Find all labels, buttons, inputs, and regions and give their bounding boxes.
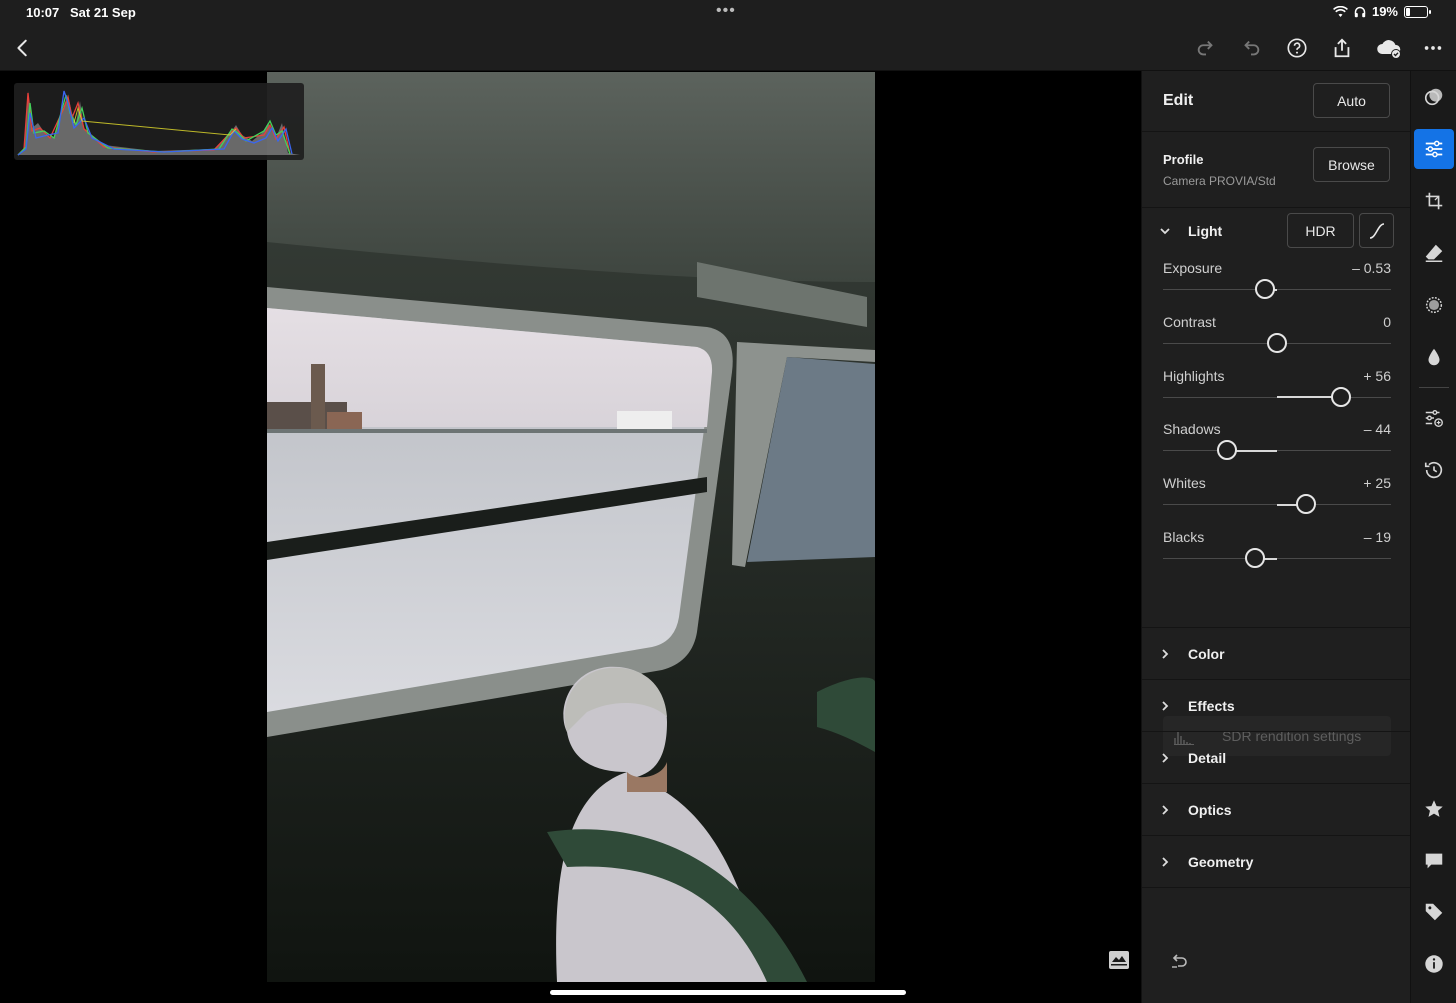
- redo-icon[interactable]: [1192, 34, 1220, 62]
- multitasking-dots-icon[interactable]: •••: [716, 2, 736, 20]
- healing-eraser-icon[interactable]: [1414, 233, 1454, 273]
- contrast-label: Contrast: [1163, 313, 1216, 330]
- hdr-button[interactable]: HDR: [1287, 213, 1354, 248]
- contrast-value[interactable]: 0: [1383, 314, 1391, 330]
- profile-value: Camera PROVIA/Std: [1163, 174, 1276, 188]
- chevron-right-icon: [1162, 805, 1169, 815]
- optics-section[interactable]: Optics: [1142, 784, 1411, 836]
- top-toolbar: [0, 24, 1456, 71]
- tone-curve-button[interactable]: [1359, 213, 1394, 248]
- comment-icon[interactable]: [1414, 841, 1454, 881]
- whites-slider-thumb[interactable]: [1295, 494, 1316, 515]
- color-section-label: Color: [1188, 646, 1225, 662]
- wifi-icon: [1333, 5, 1348, 17]
- cloud-synced-icon[interactable]: [1373, 34, 1405, 62]
- chevron-right-icon: [1162, 857, 1169, 867]
- edit-panel: Edit Auto Profile Camera PROVIA/Std Brow…: [1141, 71, 1411, 1003]
- status-right: 19%: [1333, 4, 1431, 19]
- profile-label: Profile: [1163, 152, 1204, 167]
- chevron-right-icon: [1162, 753, 1169, 763]
- battery-fill: [1406, 7, 1410, 16]
- history-icon[interactable]: [1414, 450, 1454, 490]
- effects-section[interactable]: Effects: [1142, 680, 1411, 732]
- tag-icon[interactable]: [1414, 892, 1454, 932]
- geometry-section-label: Geometry: [1188, 854, 1254, 870]
- more-icon[interactable]: [1419, 34, 1447, 62]
- browse-button[interactable]: Browse: [1313, 147, 1390, 182]
- exposure-slider-thumb[interactable]: [1254, 279, 1275, 299]
- versions-sliders-icon[interactable]: [1414, 398, 1454, 438]
- battery-icon: [1404, 5, 1431, 18]
- status-bar: 10:07 Sat 21 Sep ••• 19%: [0, 0, 1456, 24]
- battery-percent: 19%: [1371, 4, 1398, 19]
- whites-value[interactable]: + 25: [1363, 475, 1391, 491]
- reset-icon[interactable]: [1169, 950, 1189, 970]
- chevron-right-icon: [1162, 649, 1169, 659]
- whites-label: Whites: [1163, 475, 1206, 492]
- highlights-slider-thumb[interactable]: [1330, 386, 1351, 407]
- detail-section-label: Detail: [1188, 750, 1227, 766]
- photo: [267, 72, 875, 982]
- effects-section-label: Effects: [1188, 698, 1235, 714]
- share-icon[interactable]: [1328, 34, 1356, 62]
- status-time: 10:07: [26, 5, 60, 20]
- optics-section-label: Optics: [1188, 802, 1232, 818]
- home-indicator[interactable]: [550, 990, 906, 995]
- edit-title: Edit: [1163, 92, 1194, 109]
- blacks-value[interactable]: – 19: [1364, 529, 1391, 545]
- info-icon[interactable]: [1414, 944, 1454, 984]
- shadows-slider-thumb[interactable]: [1216, 440, 1237, 461]
- blur-drop-icon[interactable]: [1414, 337, 1454, 377]
- auto-button[interactable]: Auto: [1313, 83, 1390, 118]
- undo-icon[interactable]: [1237, 34, 1265, 62]
- profile-row[interactable]: Profile Camera PROVIA/Std Browse: [1142, 132, 1411, 208]
- rail-separator: [1419, 387, 1449, 388]
- blacks-label: Blacks: [1163, 529, 1205, 545]
- geometry-section[interactable]: Geometry: [1142, 836, 1411, 888]
- histogram[interactable]: [14, 83, 304, 160]
- contrast-slider-thumb[interactable]: [1267, 332, 1287, 353]
- tool-rail: [1410, 71, 1456, 1003]
- tone-curve-icon: [1369, 222, 1384, 239]
- presets-icon[interactable]: [1414, 77, 1454, 117]
- highlights-value[interactable]: + 56: [1363, 368, 1391, 384]
- before-after-icon[interactable]: [1108, 950, 1130, 970]
- help-circle-icon[interactable]: [1283, 34, 1311, 62]
- light-section: Light HDR Exposure – 0.53 Contrast 0 Highlig…: [1142, 208, 1411, 756]
- light-section-label[interactable]: Light: [1188, 223, 1222, 239]
- shadows-label: Shadows: [1163, 421, 1221, 438]
- chevron-right-icon: [1162, 701, 1169, 711]
- back-icon[interactable]: [9, 34, 37, 62]
- status-date: Sat 21 Sep: [70, 5, 136, 20]
- crop-icon[interactable]: [1414, 181, 1454, 221]
- shadows-slider-track[interactable]: [1163, 450, 1391, 452]
- exposure-label: Exposure: [1163, 260, 1223, 276]
- rating-star-icon[interactable]: [1414, 789, 1454, 829]
- masking-icon[interactable]: [1414, 285, 1454, 325]
- edit-sliders-icon[interactable]: [1414, 129, 1454, 169]
- blacks-slider-thumb[interactable]: [1245, 548, 1266, 568]
- blacks-slider-track[interactable]: [1163, 558, 1391, 559]
- shadows-value[interactable]: – 44: [1364, 421, 1391, 437]
- edit-header: Edit Auto: [1142, 71, 1411, 132]
- detail-section[interactable]: Detail: [1142, 732, 1411, 784]
- chevron-down-icon[interactable]: [1158, 224, 1172, 238]
- color-section[interactable]: Color: [1142, 628, 1411, 680]
- exposure-value[interactable]: – 0.53: [1352, 260, 1391, 276]
- highlights-label: Highlights: [1163, 367, 1225, 384]
- exposure-slider-track[interactable]: [1163, 289, 1391, 290]
- headphones-icon: [1354, 6, 1366, 17]
